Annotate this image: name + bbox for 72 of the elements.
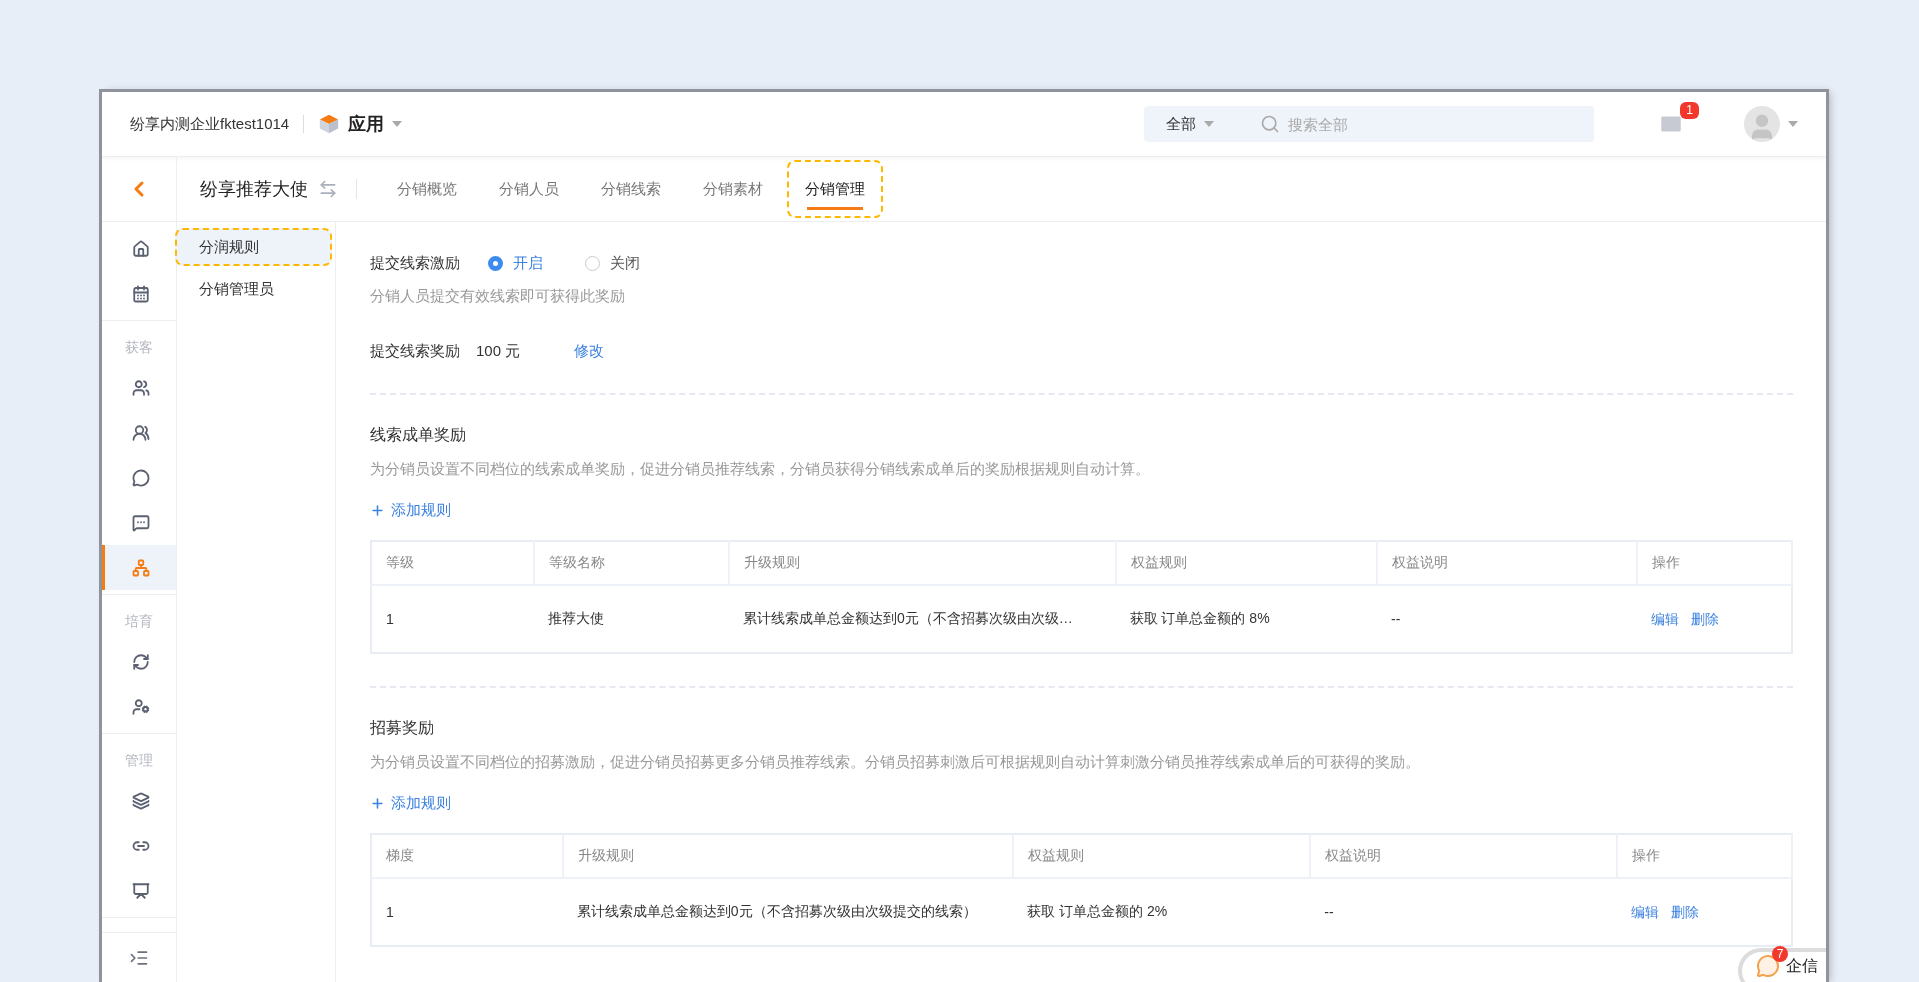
action-link[interactable]: 删除 — [1691, 610, 1720, 627]
home-icon — [131, 239, 150, 258]
calendar-icon — [131, 284, 150, 303]
section-description: 为分销员设置不同档位的招募激励，促进分销员招募更多分销员推荐线索。分销员招募刺激后可根据规则自动计算刺激分销员推荐线索成单后的可获得的奖励。 — [370, 753, 1421, 772]
table-cell: 获取 订单总金额的 2% — [1027, 903, 1168, 919]
app-title: 纷享推荐大使 — [200, 178, 308, 201]
presentation-icon — [131, 881, 150, 900]
section-title: 线索成单奖励 — [370, 425, 467, 445]
column-header: 梯度 — [371, 834, 563, 878]
action-link[interactable]: 编辑 — [1631, 903, 1660, 920]
column-header: 等级名称 — [534, 541, 730, 585]
team-icon — [131, 423, 150, 442]
sub-menu-item[interactable]: 分销管理员 — [175, 270, 332, 308]
sub-menu-item[interactable]: 分润规则 — [175, 228, 332, 266]
field-label: 提交线索激励 — [370, 254, 460, 273]
app-menu[interactable]: 应用 — [318, 112, 403, 136]
table-cell: 获取 订单总金额的 8% — [1129, 610, 1270, 626]
column-header: 权益规则 — [1115, 541, 1378, 585]
edit-link[interactable]: 修改 — [574, 342, 605, 361]
section-description: 为分销员设置不同档位的线索成单奖励，促进分销员推荐线索，分销员获得分销线索成单后的奖励根据规则自动计算。 — [370, 460, 1151, 479]
column-header: 操作 — [1617, 834, 1792, 878]
action-link[interactable]: 删除 — [1671, 903, 1700, 920]
column-header: 权益说明 — [1310, 834, 1618, 878]
table-cell: 推荐大使 — [548, 610, 605, 626]
column-header: 权益说明 — [1377, 541, 1638, 585]
table-cell: 累计线索成单总金额达到0元（不含招募次级由次级提交的线索） — [576, 903, 977, 919]
message-icon — [131, 513, 150, 532]
company-name: 纷享内测企业fktest1014 — [130, 114, 290, 134]
plus-icon — [370, 796, 385, 811]
plus-icon — [370, 503, 385, 518]
section-title: 招募奖励 — [370, 718, 435, 738]
field-label: 提交线索奖励 — [370, 342, 460, 361]
column-header: 权益规则 — [1013, 834, 1311, 878]
notification-badge: 1 — [1680, 102, 1699, 119]
nav-section-label: 获客 — [124, 338, 154, 357]
caret-icon — [1788, 121, 1798, 127]
column-header: 等级 — [371, 541, 535, 585]
tab[interactable]: 分销概览 — [379, 160, 475, 218]
scope-dropdown[interactable]: 全部 — [1144, 106, 1254, 142]
table-cell: -- — [1391, 611, 1401, 627]
cycle-icon — [131, 652, 150, 671]
caret-icon — [1204, 121, 1214, 127]
column-header: 升级规则 — [729, 541, 1116, 585]
search-field[interactable]: 搜索全部 — [1254, 106, 1594, 142]
user-settings-icon — [131, 697, 150, 716]
nav-section-label: 培育 — [124, 612, 154, 631]
switch-icon[interactable] — [318, 179, 338, 199]
reward-value: 100 元 — [476, 342, 521, 361]
table-cell: 1 — [386, 904, 394, 920]
nav-section-label: 管理 — [124, 751, 154, 770]
notification-badge: 7 — [1772, 946, 1788, 962]
hint-text: 分销人员提交有效线索即可获得此奖励 — [370, 287, 626, 306]
cube-icon — [318, 113, 341, 135]
layers-icon — [131, 791, 150, 810]
tab[interactable]: 分销线索 — [583, 160, 679, 218]
caret-icon — [392, 121, 403, 127]
org-chart-icon — [131, 558, 150, 577]
add-rule-button[interactable]: 添加规则 — [370, 501, 451, 520]
tab[interactable]: 分销人员 — [481, 160, 577, 218]
table-cell: 1 — [386, 611, 394, 627]
table-cell: 累计线索成单总金额达到0元（不含招募次级由次级… — [743, 610, 1073, 626]
group-icon — [131, 378, 150, 397]
column-header: 操作 — [1637, 541, 1792, 585]
action-link[interactable]: 编辑 — [1651, 610, 1680, 627]
column-header: 升级规则 — [562, 834, 1014, 878]
radio-option[interactable]: 关闭 — [585, 254, 640, 273]
add-rule-button[interactable]: 添加规则 — [370, 794, 451, 813]
radio-option[interactable]: 开启 — [488, 254, 543, 273]
chat-bubbles-icon — [131, 468, 150, 487]
tab[interactable]: 分销管理 — [787, 160, 883, 218]
table-cell: -- — [1324, 904, 1334, 920]
tab[interactable]: 分销素材 — [685, 160, 781, 218]
